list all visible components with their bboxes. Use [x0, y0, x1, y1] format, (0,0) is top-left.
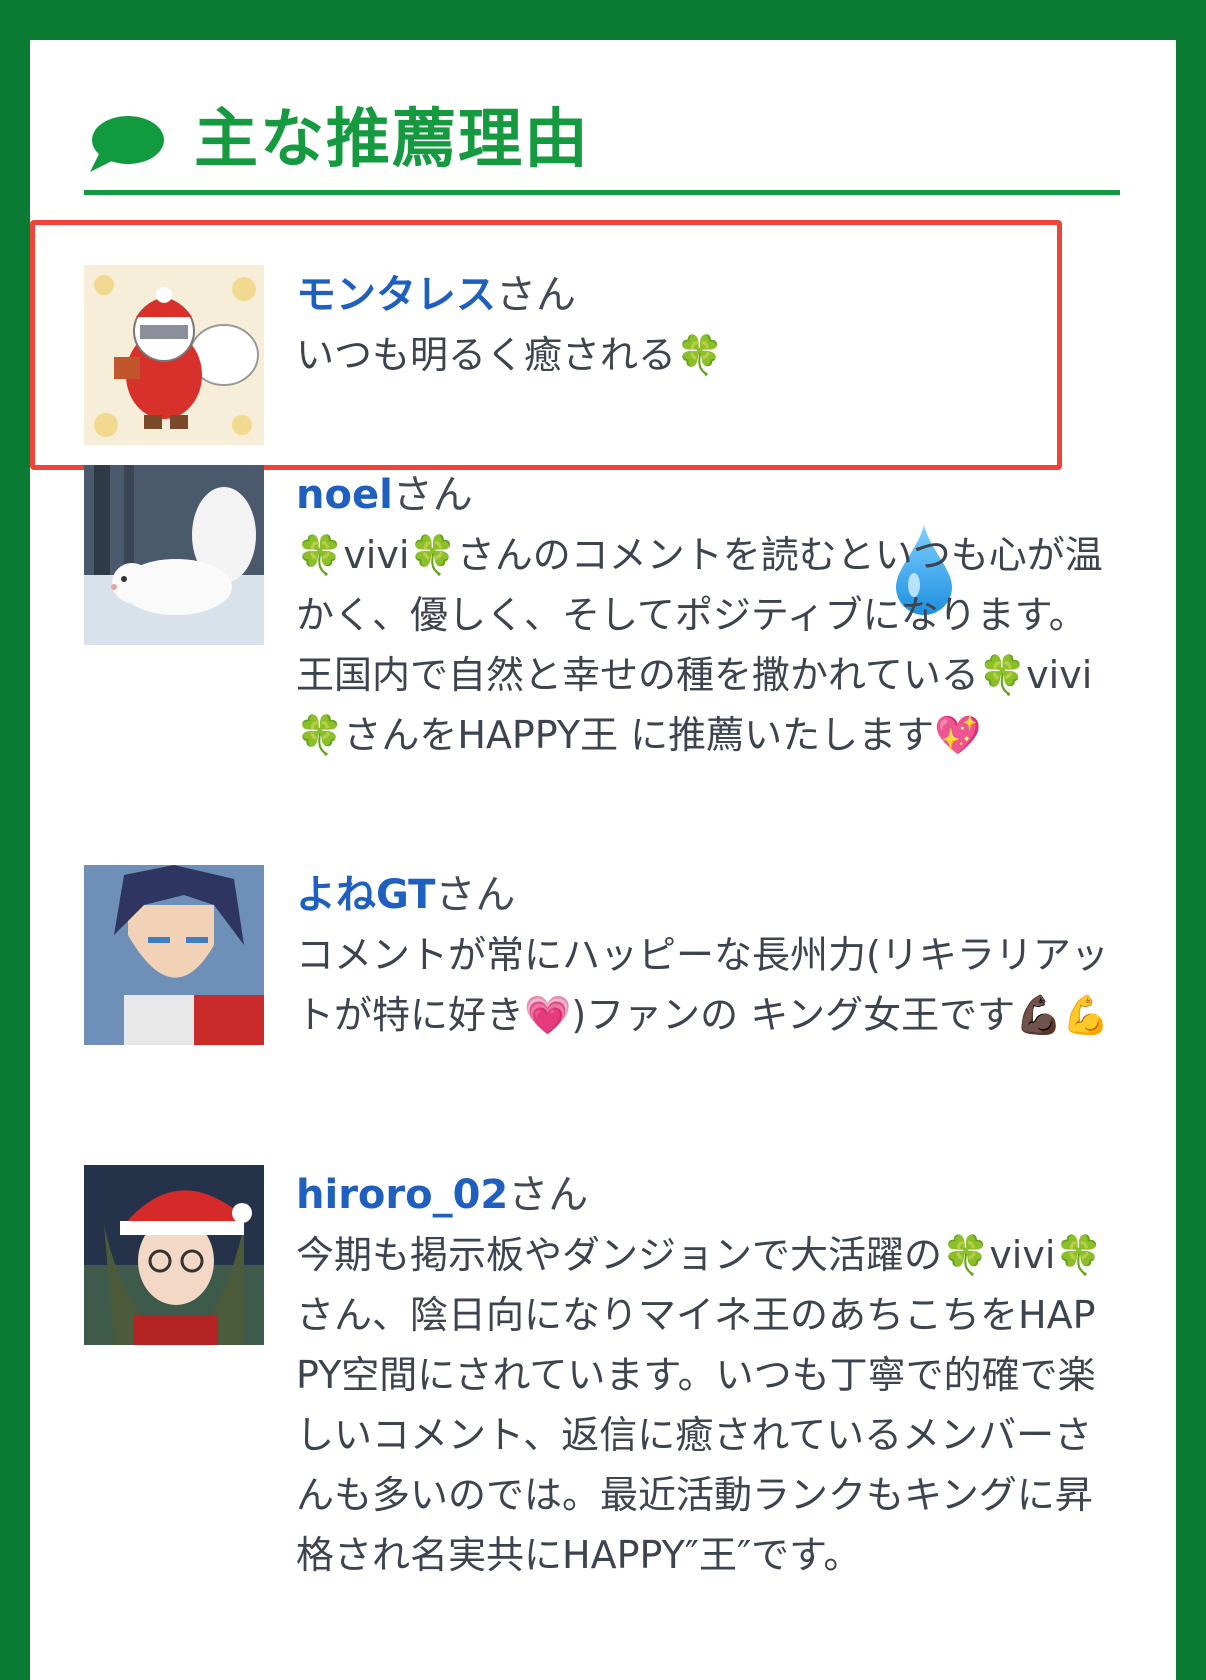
santa-cat-avatar[interactable]	[84, 265, 264, 445]
section-title: 主な推薦理由	[194, 103, 590, 177]
name-line: hiroro_02さん	[296, 1165, 1116, 1225]
comment-text: いつも明るく癒される🍀	[296, 333, 724, 377]
honorific: さん	[392, 472, 473, 518]
section-header: 主な推薦理由	[84, 72, 1120, 195]
entry-text: hiroro_02さん 今期も掲示板やダンジョンで大活躍の🍀vivi🍀さん、陰日…	[296, 1165, 1116, 1585]
white-squirrel-avatar[interactable]	[84, 465, 264, 645]
name-line: モンタレスさん	[296, 265, 1116, 325]
comment-text: 🍀vivi🍀さんのコメントを読むといつも心が温かく、優しく、そしてポジティブにな…	[296, 533, 1103, 757]
santa-hat-girl-avatar[interactable]	[84, 1165, 264, 1345]
honorific: さん	[496, 272, 576, 318]
honorific: さん	[435, 872, 516, 918]
speech-bubble-icon	[90, 116, 164, 172]
entry-text: noelさん 🍀vivi🍀さんのコメントを読むといつも心が温かく、優しく、そして…	[296, 465, 1116, 765]
anime-man-avatar[interactable]	[84, 865, 264, 1045]
name-line: noelさん	[296, 465, 1116, 525]
honorific: さん	[508, 1172, 589, 1218]
recommendation-card: 主な推薦理由 モンタレスさん いつも明るく癒される🍀 noelさん 🍀vivi🍀…	[30, 40, 1176, 1680]
user-name-link[interactable]: hiroro_02	[296, 1172, 508, 1218]
user-name-link[interactable]: noel	[296, 472, 393, 518]
entry-text: よねGTさん コメントが常にハッピーな長州力(リキラリアットが特に好き💗)ファン…	[296, 865, 1116, 1045]
user-name-link[interactable]: よねGT	[296, 872, 435, 918]
user-name-link[interactable]: モンタレス	[296, 272, 496, 318]
entry-text: モンタレスさん いつも明るく癒される🍀	[296, 265, 1116, 385]
comment-text: コメントが常にハッピーな長州力(リキラリアットが特に好き💗)ファンの キング女王…	[296, 933, 1110, 1037]
comment-text: 今期も掲示板やダンジョンで大活躍の🍀vivi🍀さん、陰日向になりマイネ王のあちこ…	[296, 1233, 1103, 1577]
name-line: よねGTさん	[296, 865, 1116, 925]
